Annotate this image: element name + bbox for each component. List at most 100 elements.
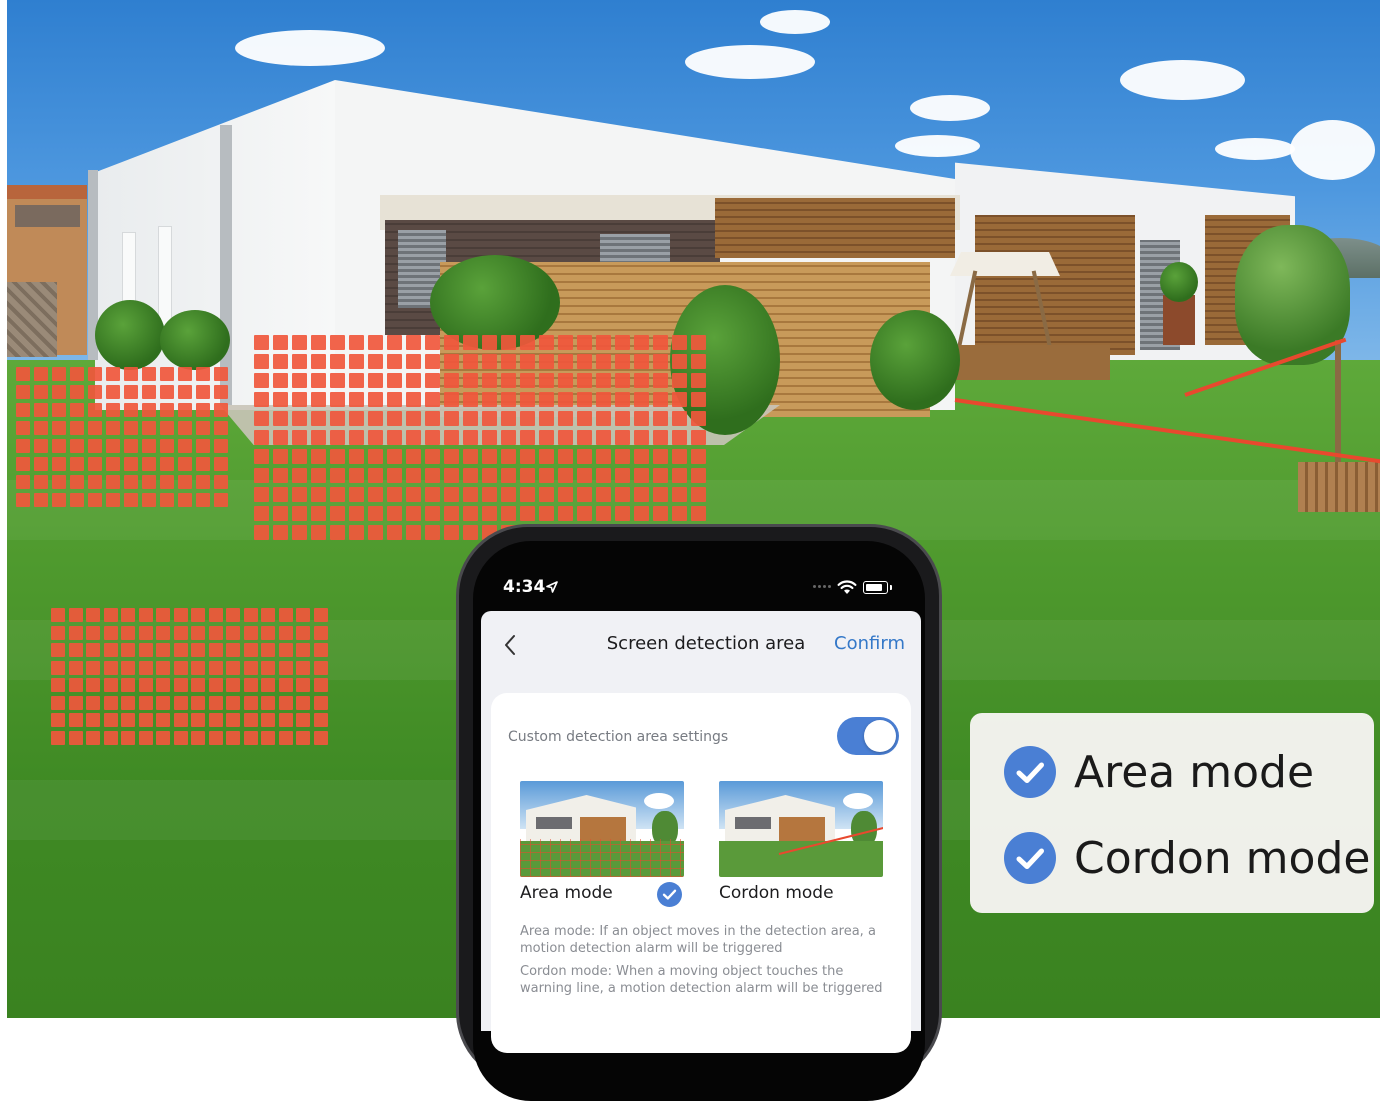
detection-cell: [261, 660, 275, 675]
detection-cell: [124, 403, 138, 417]
detection-cell: [634, 506, 649, 521]
detection-cell: [368, 525, 383, 540]
detection-cell: [124, 493, 138, 507]
detection-cell: [173, 730, 188, 745]
detection-cell: [52, 421, 66, 435]
detection-cell: [615, 468, 630, 483]
area-mode-thumbnail[interactable]: [520, 781, 684, 877]
detection-cell: [52, 367, 66, 381]
detection-cell: [520, 449, 535, 464]
detection-cell: [142, 367, 156, 381]
detection-cell: [539, 411, 554, 426]
detection-cell: [34, 439, 48, 453]
detection-cell: [226, 643, 240, 657]
detection-cell: [520, 506, 535, 521]
detection-cell: [330, 335, 345, 350]
detection-cell: [103, 643, 118, 657]
detection-cell: [254, 487, 269, 502]
detection-cell: [254, 525, 269, 540]
detection-cell: [214, 421, 228, 435]
detection-cell: [425, 506, 440, 521]
detection-cell: [558, 449, 573, 464]
detection-cell: [243, 678, 258, 692]
feature-label: Cordon mode: [1074, 832, 1371, 884]
detection-cell: [387, 506, 402, 521]
detection-cell: [173, 695, 188, 710]
detection-cell: [88, 403, 102, 417]
detection-cell: [103, 695, 118, 710]
detection-cell: [292, 506, 307, 521]
cordon-mode-thumbnail[interactable]: [719, 781, 883, 877]
detection-cell: [273, 487, 288, 502]
detection-cell: [196, 439, 210, 453]
detection-cell: [482, 373, 497, 388]
feature-item: Area mode: [1004, 745, 1314, 799]
toggle-knob: [864, 720, 896, 752]
detection-cell: [16, 439, 30, 453]
stone-wall: [7, 282, 57, 357]
area-overlay: [520, 838, 684, 877]
detection-cell: [88, 421, 102, 435]
detection-cell: [634, 487, 649, 502]
detection-cell: [482, 335, 497, 350]
detection-cell: [16, 385, 30, 399]
detection-cell: [691, 506, 706, 521]
detection-cell: [178, 403, 192, 417]
detection-cell: [178, 367, 192, 381]
detection-cell: [368, 335, 383, 350]
custom-area-toggle[interactable]: [837, 717, 899, 755]
detection-cell: [387, 525, 402, 540]
cordon-mode-label[interactable]: Cordon mode: [719, 883, 834, 903]
cloud: [895, 135, 980, 157]
check-circle-icon[interactable]: [657, 882, 682, 907]
detection-cell: [296, 643, 310, 657]
detection-cell: [121, 730, 135, 745]
detection-cell: [691, 411, 706, 426]
detection-cell: [482, 506, 497, 521]
detection-cell: [16, 367, 30, 381]
detection-cell: [349, 354, 364, 369]
detection-cell: [121, 608, 135, 622]
detection-cell: [296, 713, 310, 727]
detection-cell: [330, 525, 345, 540]
detection-cell: [70, 403, 84, 417]
detection-cell: [463, 411, 478, 426]
detection-cell: [160, 367, 174, 381]
detection-cell: [124, 385, 138, 399]
shrub: [160, 310, 230, 370]
detection-cell: [278, 695, 293, 710]
detection-cell: [368, 373, 383, 388]
detection-cell: [278, 678, 293, 692]
detection-cell: [243, 695, 258, 710]
detection-cell: [330, 487, 345, 502]
detection-cell: [196, 403, 210, 417]
detection-cell: [51, 625, 65, 640]
cordon-mode-description: Cordon mode: When a moving object touche…: [520, 964, 883, 996]
detection-cell: [596, 373, 611, 388]
detection-cell: [349, 392, 364, 407]
detection-cell: [330, 411, 345, 426]
detection-cell: [34, 421, 48, 435]
detection-cell: [70, 367, 84, 381]
detection-cell: [273, 468, 288, 483]
detection-cell: [51, 695, 65, 710]
detection-cell: [463, 373, 478, 388]
confirm-button[interactable]: Confirm: [834, 633, 905, 654]
area-mode-label[interactable]: Area mode: [520, 883, 613, 903]
detection-cell: [558, 354, 573, 369]
neighbor-window: [15, 205, 80, 227]
detection-cell: [330, 430, 345, 445]
detection-cell: [577, 373, 592, 388]
detection-cell: [539, 373, 554, 388]
detection-cell: [349, 373, 364, 388]
detection-cell: [142, 439, 156, 453]
detection-cell: [482, 430, 497, 445]
detection-cell: [330, 468, 345, 483]
detection-cell: [558, 335, 573, 350]
detection-cell: [70, 475, 84, 489]
detection-cell: [349, 335, 364, 350]
detection-cell: [70, 457, 84, 471]
detection-cell: [653, 373, 668, 388]
detection-cell: [86, 660, 100, 675]
detection-cell: [311, 430, 326, 445]
